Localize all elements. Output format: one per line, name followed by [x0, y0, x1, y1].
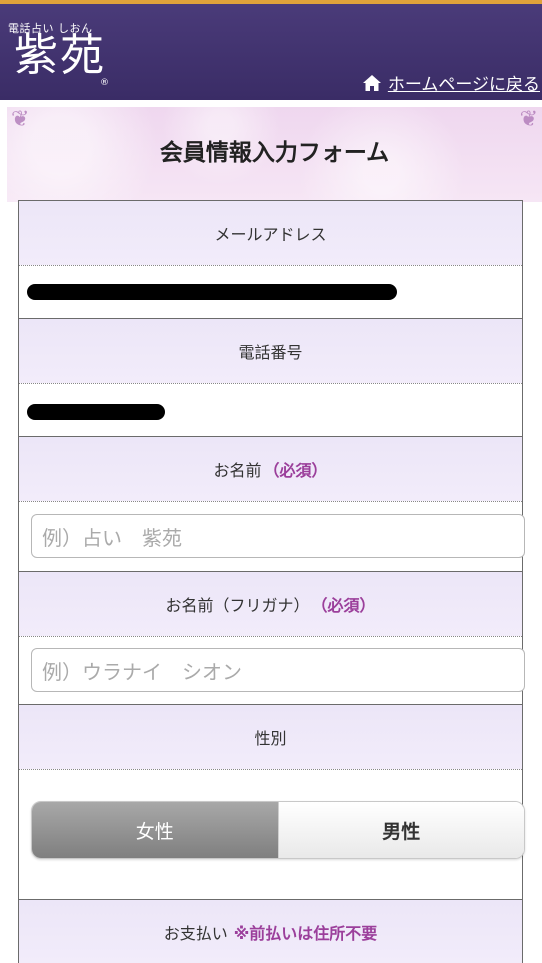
email-redacted — [27, 284, 397, 300]
gender-female-option[interactable]: 女性 — [32, 802, 278, 858]
payment-label-row: お支払い ※前払いは住所不要 — [19, 899, 522, 963]
phone-label-row: 電話番号 — [19, 318, 522, 383]
name-label-row: お名前 （必須） — [19, 436, 522, 501]
logo[interactable]: 紫苑 — [14, 34, 106, 78]
home-link[interactable]: ホームページに戻る — [362, 70, 540, 95]
kana-required-badge: （必須） — [311, 596, 376, 615]
phone-value-row — [19, 383, 522, 436]
ornament-right-icon: ❦ — [519, 107, 538, 132]
email-label-row: メールアドレス — [19, 201, 522, 265]
ornament-left-icon: ❦ — [11, 107, 30, 132]
name-label: お名前 — [213, 461, 262, 480]
kana-value-row: 例）ウラナイ シオン — [19, 636, 525, 704]
name-input[interactable]: 例）占い 紫苑 — [31, 514, 525, 558]
phone-label: 電話番号 — [238, 343, 303, 362]
page-title: 会員情報入力フォーム — [159, 140, 390, 166]
home-link-label: ホームページに戻る — [387, 75, 540, 95]
gender-label-row: 性別 — [19, 704, 522, 769]
email-label: メールアドレス — [214, 225, 327, 244]
title-band: ❦ ❦ 会員情報入力フォーム — [7, 107, 542, 202]
home-icon — [362, 74, 382, 92]
email-value-row — [19, 265, 522, 318]
gender-male-option[interactable]: 男性 — [277, 802, 524, 858]
payment-note: ※前払いは住所不要 — [233, 924, 378, 943]
kana-label-row: お名前（フリガナ） （必須） — [19, 571, 522, 636]
gender-label: 性別 — [254, 729, 287, 748]
name-value-row: 例）占い 紫苑 — [19, 501, 525, 571]
phone-redacted — [27, 404, 165, 420]
kana-input[interactable]: 例）ウラナイ シオン — [31, 648, 525, 692]
member-form: メールアドレス 電話番号 お名前 （必須） 例）占い 紫苑 お名前（フリガナ） （必… — [18, 200, 525, 963]
registered-mark: ® — [100, 78, 109, 88]
payment-label: お支払い — [163, 924, 228, 943]
gender-toggle: 女性 男性 — [31, 801, 525, 859]
name-required-badge: （必須） — [263, 461, 328, 480]
kana-label: お名前（フリガナ） — [165, 596, 310, 615]
header-bar: 電話占い しおん 紫苑 ® ホームページに戻る — [0, 0, 542, 100]
